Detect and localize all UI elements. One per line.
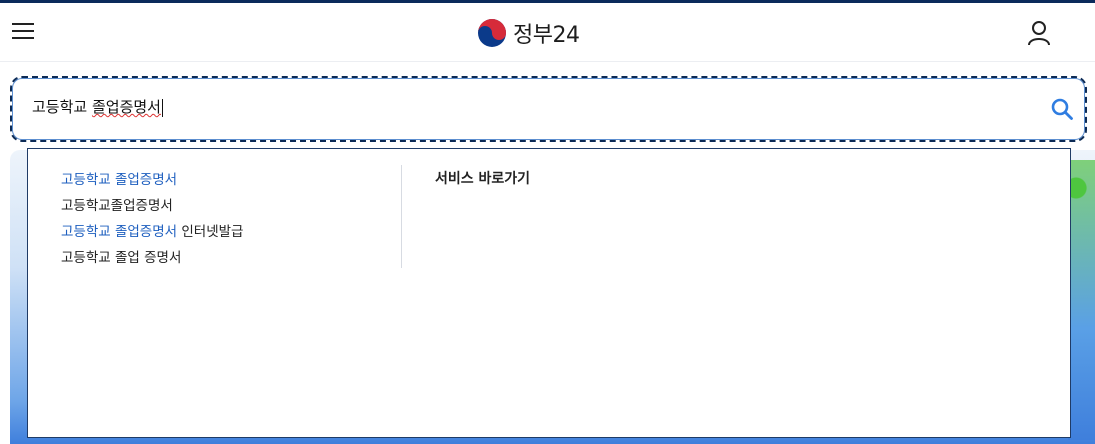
site-logo[interactable]: 정부24 [477,17,580,49]
decorative-leaf-image [1068,160,1095,440]
taegeuk-emblem-icon [478,19,506,47]
search-value-plain: 고등학교 [32,98,92,116]
suggestion-item[interactable]: 고등학교 졸업증명서 인터넷발급 [61,219,391,245]
suggestion-item[interactable]: 고등학교 졸업 증명서 [61,245,391,271]
quick-links-title: 서비스 바로가기 [435,171,531,187]
hamburger-menu-icon[interactable] [12,23,34,41]
site-header: 정부24 [0,3,1095,62]
suggestion-list: 고등학교 졸업증명서 고등학교졸업증명서 고등학교 졸업증명서 인터넷발급 고등… [61,167,391,271]
text-caret [161,98,163,117]
logo-text: 정부24 [513,23,580,48]
search-value-misspelled: 졸업증명서 [91,98,161,116]
search-icon[interactable] [1050,97,1074,121]
column-divider [401,165,402,268]
search-box[interactable]: 고등학교 졸업증명서 [10,76,1087,142]
user-icon[interactable] [1026,20,1052,46]
search-suggestion-dropdown: 고등학교 졸업증명서 고등학교졸업증명서 고등학교 졸업증명서 인터넷발급 고등… [27,148,1071,438]
suggestion-item[interactable]: 고등학교졸업증명서 [61,193,391,219]
suggestion-item[interactable]: 고등학교 졸업증명서 [61,167,391,193]
search-input[interactable]: 고등학교 졸업증명서 [32,96,932,120]
